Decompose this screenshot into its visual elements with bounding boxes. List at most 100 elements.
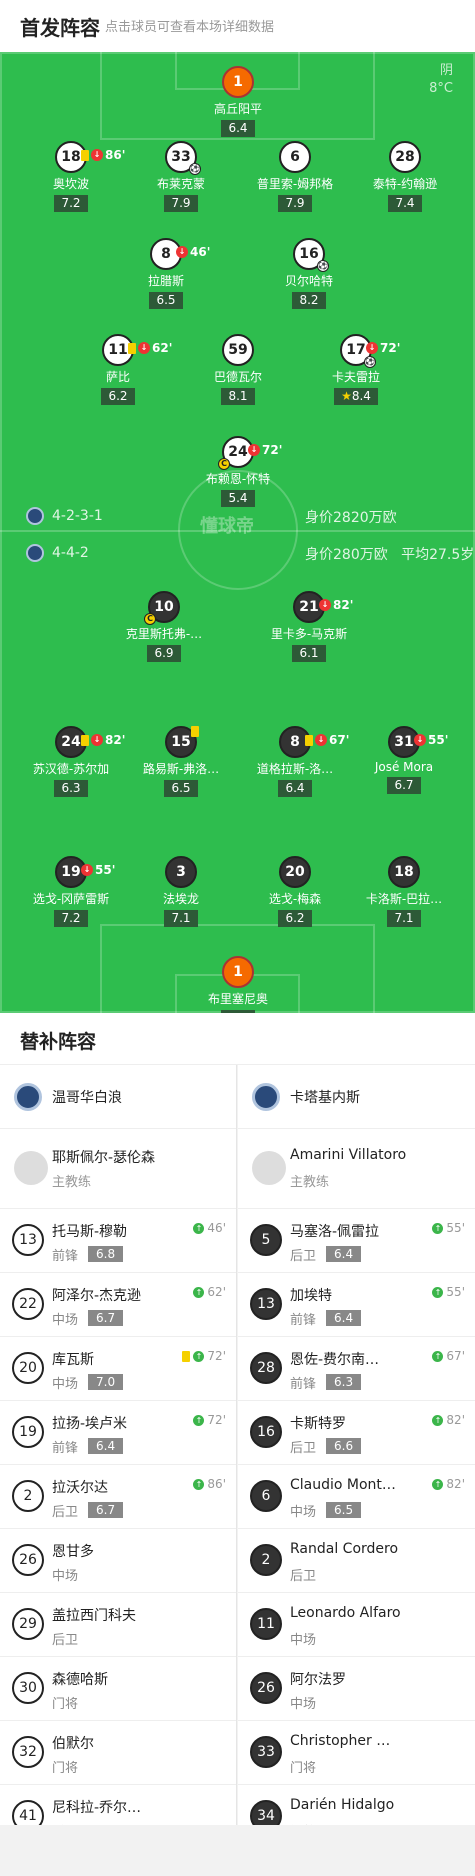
- player-number: 33: [250, 1736, 282, 1768]
- player-marker[interactable]: 10 C 克里斯托弗-… 6.9: [104, 591, 224, 662]
- sub-player-row[interactable]: 13 托马斯-穆勒 前锋 6.8 ↑ 46': [0, 1209, 236, 1273]
- player-rating-wrap: 8.1: [178, 385, 298, 405]
- event-minute: 82': [333, 598, 354, 612]
- player-name: 恩佐-费尔南…: [290, 1352, 380, 1368]
- player-events: ↑ 72': [193, 1413, 226, 1427]
- player-position: 后卫: [52, 1633, 79, 1648]
- sub-player-row[interactable]: 26 阿尔法罗 中场: [238, 1657, 475, 1721]
- away-value: 身价280万欧 平均27.5岁: [305, 547, 475, 563]
- rating-value: 6.4: [285, 781, 305, 795]
- player-position: 后卫: [52, 1505, 79, 1520]
- captain-icon: C: [144, 613, 156, 625]
- player-position: 后卫: [290, 1569, 317, 1584]
- player-marker[interactable]: 19 ↓ 55' 选戈-冈萨雷斯 7.2: [11, 856, 131, 927]
- player-name: 拉腊斯: [147, 274, 184, 288]
- away-coach[interactable]: Amarini Villatoro 主教练: [238, 1129, 475, 1209]
- player-number: 6: [250, 1480, 282, 1512]
- player-rating-wrap: 6.7: [344, 774, 464, 794]
- player-marker[interactable]: 6 普里索-姆邦格 7.9: [235, 141, 355, 212]
- player-marker[interactable]: 33 ⚽ 布莱克蒙 7.9: [121, 141, 241, 212]
- away-team-logo-icon: [26, 544, 44, 562]
- home-formation: 4-2-3-1: [26, 507, 103, 525]
- event-minute: 86': [207, 1477, 226, 1491]
- sub-player-row[interactable]: 11 Leonardo Alfaro 中场: [238, 1593, 475, 1657]
- player-marker[interactable]: 1 高丘阳平 6.4: [178, 66, 298, 137]
- player-marker[interactable]: 20 选戈-梅森 6.2: [235, 856, 355, 927]
- event-minute: 72': [380, 341, 401, 355]
- player-number: 28: [389, 141, 421, 173]
- sub-in-icon: ↑: [432, 1222, 444, 1234]
- player-marker[interactable]: 11 ↓ 62' 萨比 6.2: [58, 334, 178, 405]
- goal-ball-icon: ⚽: [317, 260, 329, 272]
- player-marker[interactable]: 59 巴德瓦尔 8.1: [178, 334, 298, 405]
- player-rating: ★8.4: [334, 388, 378, 405]
- sub-player-row[interactable]: 19 拉扬-埃卢米 前锋 6.4 ↑ 72': [0, 1401, 236, 1465]
- sub-out-icon: ↓: [81, 864, 93, 876]
- sub-player-row[interactable]: 32 伯默尔 门将: [0, 1721, 236, 1785]
- rating-value: 7.2: [61, 196, 81, 210]
- sub-player-row[interactable]: 2 Randal Cordero 后卫: [238, 1529, 475, 1593]
- home-team-row[interactable]: 温哥华白浪: [0, 1065, 236, 1129]
- player-marker[interactable]: 24 C ↓ 72' 布赖恩-怀特 5.4: [178, 436, 298, 507]
- player-marker[interactable]: 8 ↓ 67' 道格拉斯-洛… 6.4: [235, 726, 355, 797]
- player-rating-wrap: 6.2: [58, 385, 178, 405]
- rating-value: 8.2: [299, 293, 319, 307]
- sub-player-row[interactable]: 2 拉沃尔达 后卫 6.7 ↑ 86': [0, 1465, 236, 1529]
- player-position: 中场: [290, 1697, 317, 1712]
- sub-player-row[interactable]: 5 马塞洛-佩雷拉 后卫 6.4 ↑ 55': [238, 1209, 475, 1273]
- player-rating: 6.9: [147, 645, 181, 662]
- player-rating: 6.4: [278, 780, 312, 797]
- sub-player-row[interactable]: 30 森德哈斯 门将: [0, 1657, 236, 1721]
- player-rating-wrap: 6.3: [11, 777, 131, 797]
- player-marker[interactable]: 16 ⚽ 贝尔哈特 8.2: [249, 238, 369, 309]
- event-minute: 82': [446, 1477, 465, 1491]
- sub-player-row[interactable]: 22 阿泽尔-杰克逊 中场 6.7 ↑ 62': [0, 1273, 236, 1337]
- player-name: José Mora: [374, 760, 434, 774]
- sub-player-row[interactable]: 20 库瓦斯 中场 7.0 ↑ 72': [0, 1337, 236, 1401]
- player-marker[interactable]: 8 ↓ 46' 拉腊斯 6.5: [106, 238, 226, 309]
- player-marker[interactable]: 3 法埃龙 7.1: [121, 856, 241, 927]
- coach-avatar: [252, 1151, 286, 1185]
- sub-player-row[interactable]: 29 盖拉西门科夫 后卫: [0, 1593, 236, 1657]
- player-rating: 6.3: [326, 1374, 362, 1390]
- player-events: ↑ 82': [432, 1477, 465, 1491]
- weather-temp: 8°C: [429, 81, 453, 96]
- away-subs-column: 卡塔基内斯 Amarini Villatoro 主教练 5 马塞洛-佩雷拉 后卫 6.…: [238, 1065, 475, 1849]
- yellow-card-icon: [128, 342, 136, 354]
- player-marker[interactable]: 1布里塞尼奥6.8: [178, 956, 298, 1013]
- player-marker[interactable]: 15 路易斯-弗洛… 6.5: [121, 726, 241, 797]
- player-marker[interactable]: 28 泰特-约翰逊 7.4: [345, 141, 465, 212]
- sub-player-row[interactable]: 16 卡斯特罗 后卫 6.6 ↑ 82': [238, 1401, 475, 1465]
- player-name: Darién Hidalgo: [290, 1797, 395, 1813]
- sub-out-icon: ↓: [138, 342, 150, 354]
- player-marker[interactable]: 18 ↓ 86' 奥坎波 7.2: [11, 141, 131, 212]
- sub-player-row[interactable]: 33 Christopher … 门将: [238, 1721, 475, 1785]
- away-team-row[interactable]: 卡塔基内斯: [238, 1065, 475, 1129]
- player-name: 巴德瓦尔: [213, 370, 262, 384]
- player-number: 11: [250, 1608, 282, 1640]
- rating-value: 7.1: [171, 911, 191, 925]
- player-name: 贝尔哈特: [284, 274, 333, 288]
- player-events: ↑ 62': [193, 1285, 226, 1299]
- home-coach[interactable]: 耶斯佩尔-瑟伦森 主教练: [0, 1129, 236, 1209]
- player-position: 中场: [52, 1313, 79, 1328]
- sub-player-row[interactable]: 26 恩甘多 中场: [0, 1529, 236, 1593]
- player-marker[interactable]: 31 ↓ 55' José Mora 6.7: [344, 726, 464, 794]
- player-marker[interactable]: 17 ⚽ ↓ 72' 卡夫雷拉 ★8.4: [296, 334, 416, 405]
- sub-player-row[interactable]: 6 Claudio Mont… 中场 6.5 ↑ 82': [238, 1465, 475, 1529]
- player-position: 门将: [52, 1761, 79, 1776]
- player-name: 卡夫雷拉: [331, 370, 380, 384]
- player-events: ↓ 72': [366, 334, 400, 362]
- sub-player-row[interactable]: 13 加埃特 前锋 6.4 ↑ 55': [238, 1273, 475, 1337]
- player-marker[interactable]: 18 卡洛斯-巴拉… 7.1: [344, 856, 464, 927]
- player-number: 32: [12, 1736, 44, 1768]
- player-rating: 6.7: [88, 1310, 124, 1326]
- player-marker[interactable]: 21 ↓ 82' 里卡多-马克斯 6.1: [249, 591, 369, 662]
- player-name: 苏汉德-苏尔加: [32, 762, 110, 776]
- player-marker[interactable]: 24 ↓ 82' 苏汉德-苏尔加 6.3: [11, 726, 131, 797]
- player-rating: 6.3: [54, 780, 88, 797]
- sub-player-row[interactable]: 28 恩佐-费尔南… 前锋 6.3 ↑ 67': [238, 1337, 475, 1401]
- player-rating-wrap: 6.9: [104, 642, 224, 662]
- player-name: 森德哈斯: [52, 1672, 108, 1688]
- yellow-card-icon: [182, 1350, 191, 1362]
